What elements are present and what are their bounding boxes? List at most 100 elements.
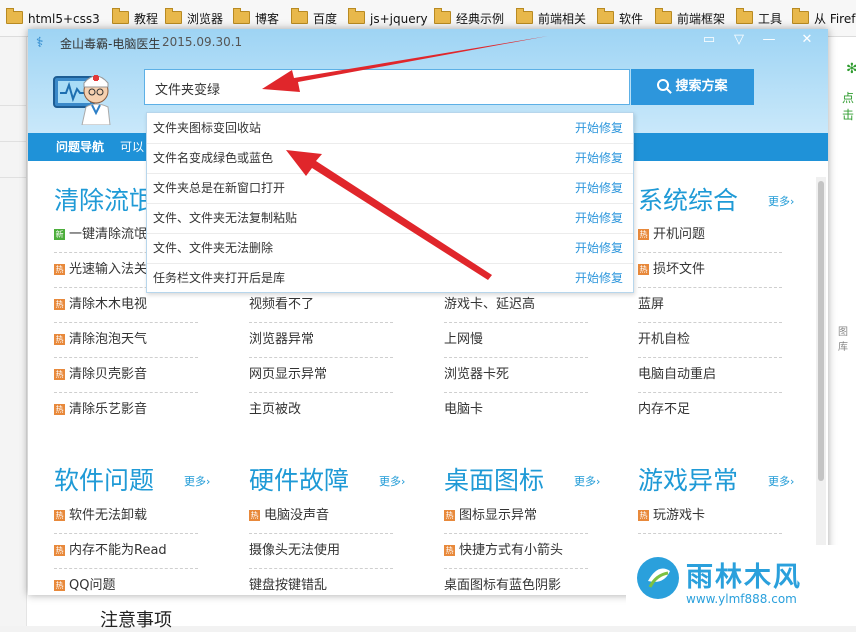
problem-link[interactable]: 蓝屏 <box>638 295 664 315</box>
folder-icon <box>655 8 672 24</box>
more-link[interactable]: 更多› <box>768 193 794 209</box>
problem-link[interactable]: 键盘按键错乱 <box>249 576 327 595</box>
more-link[interactable]: 更多› <box>379 473 405 489</box>
bookmark-item[interactable]: js+jquery <box>348 8 428 28</box>
problem-link[interactable]: 桌面图标有蓝色阴影 <box>444 576 561 595</box>
divider <box>638 287 782 288</box>
hot-badge: 热 <box>638 229 649 240</box>
bookmark-item[interactable]: 软件 <box>597 8 643 28</box>
bookmark-item[interactable]: 从 Firef <box>792 8 855 28</box>
bookmark-item[interactable]: 博客 <box>233 8 279 28</box>
problem-link[interactable]: 热图标显示异常 <box>444 506 537 526</box>
problem-link[interactable]: 内存不足 <box>638 400 690 420</box>
hot-badge: 热 <box>638 510 649 521</box>
category-title[interactable]: 桌面图标 <box>444 461 544 497</box>
scrollbar-thumb[interactable] <box>818 181 824 481</box>
suggestion-item[interactable]: 文件、文件夹无法复制粘贴 开始修复 <box>147 203 633 234</box>
divider <box>54 568 198 569</box>
minimize-icon[interactable]: — <box>756 29 782 51</box>
more-link[interactable]: 更多› <box>574 473 600 489</box>
start-repair-link[interactable]: 开始修复 <box>575 173 623 203</box>
problem-link[interactable]: 网页显示异常 <box>249 365 327 385</box>
suggestion-item[interactable]: 文件名变成绿色或蓝色 开始修复 <box>147 143 633 174</box>
start-repair-link[interactable]: 开始修复 <box>575 263 623 293</box>
problem-link[interactable]: 电脑自动重启 <box>638 365 716 385</box>
bookmark-item[interactable]: 前端相关 <box>516 8 586 28</box>
divider <box>0 105 26 106</box>
window-title: 金山毒霸-电脑医生 <box>60 37 161 51</box>
problem-link[interactable]: 热内存不能为Read <box>54 541 167 561</box>
problem-link[interactable]: 浏览器卡死 <box>444 365 509 385</box>
feedback-icon[interactable]: ▭ <box>696 29 722 51</box>
nav-item-problem-guide[interactable]: 问题导航 <box>56 133 104 161</box>
bookmark-item[interactable]: 前端框架 <box>655 8 725 28</box>
suggestion-item[interactable]: 任务栏文件夹打开后是库 开始修复 <box>147 263 633 293</box>
folder-icon <box>233 8 250 24</box>
search-box <box>144 69 630 105</box>
category-title[interactable]: 系统综合 <box>638 181 738 217</box>
new-badge: 新 <box>54 229 65 240</box>
category-title[interactable]: 清除流氓 <box>54 181 154 217</box>
divider <box>638 533 782 534</box>
suggestion-item[interactable]: 文件夹总是在新窗口打开 开始修复 <box>147 173 633 204</box>
start-repair-link[interactable]: 开始修复 <box>575 233 623 263</box>
problem-link[interactable]: 浏览器异常 <box>249 330 314 350</box>
problem-link[interactable]: 视频看不了 <box>249 295 314 315</box>
nav-item[interactable]: 可以 <box>120 133 144 161</box>
problem-link[interactable]: 电脑卡 <box>444 400 483 420</box>
bookmark-item[interactable]: 教程 <box>112 8 158 28</box>
background-right-panel: ✻ 点击 图库 <box>832 37 856 626</box>
problem-link[interactable]: 热损坏文件 <box>638 260 705 280</box>
category-title[interactable]: 硬件故障 <box>249 461 349 497</box>
problem-link[interactable]: 热清除乐艺影音 <box>54 400 147 420</box>
divider <box>444 357 588 358</box>
problem-link[interactable]: 热电脑没声音 <box>249 506 329 526</box>
start-repair-link[interactable]: 开始修复 <box>575 113 623 143</box>
suggestion-item[interactable]: 文件夹图标变回收站 开始修复 <box>147 113 633 144</box>
problem-link[interactable]: 热清除木木电视 <box>54 295 147 315</box>
start-repair-link[interactable]: 开始修复 <box>575 143 623 173</box>
close-icon[interactable]: ✕ <box>794 29 820 51</box>
problem-link[interactable]: 热清除贝壳影音 <box>54 365 147 385</box>
hot-badge: 热 <box>54 264 65 275</box>
folder-icon <box>434 8 451 24</box>
problem-link[interactable]: 热 QQ问题 <box>54 576 115 595</box>
divider <box>54 357 198 358</box>
more-link[interactable]: 更多› <box>184 473 210 489</box>
problem-link[interactable]: 热开机问题 <box>638 225 705 245</box>
problem-link[interactable]: 主页被改 <box>249 400 301 420</box>
bookmark-item[interactable]: 工具 <box>736 8 782 28</box>
search-icon <box>657 79 670 91</box>
problem-link[interactable]: 热快捷方式有小箭头 <box>444 541 563 561</box>
problem-link[interactable]: 热光速输入法关 <box>54 260 147 280</box>
problem-link[interactable]: 开机自检 <box>638 330 690 350</box>
search-input[interactable] <box>153 71 617 105</box>
divider <box>444 322 588 323</box>
problem-link[interactable]: 新一键清除流氓 <box>54 225 147 245</box>
suggestion-text: 任务栏文件夹打开后是库 <box>153 271 286 285</box>
bookmark-item[interactable]: 百度 <box>291 8 337 28</box>
search-button[interactable]: 搜索方案 <box>631 69 754 105</box>
problem-link[interactable]: 热清除泡泡天气 <box>54 330 147 350</box>
watermark-url: www.ylmf888.com <box>686 592 797 606</box>
problem-link[interactable]: 上网慢 <box>444 330 483 350</box>
divider <box>54 392 198 393</box>
bookmark-item[interactable]: 经典示例 <box>434 8 504 28</box>
problem-link[interactable]: 热软件无法卸载 <box>54 506 147 526</box>
problem-link[interactable]: 热玩游戏卡 <box>638 506 705 526</box>
category-title[interactable]: 软件问题 <box>54 461 154 497</box>
category-title[interactable]: 游戏异常 <box>638 461 738 497</box>
bookmark-item[interactable]: html5+css3 <box>6 8 100 28</box>
background-right-label: 点击 <box>842 91 855 122</box>
divider <box>249 533 393 534</box>
menu-icon[interactable]: ▽ <box>726 29 752 51</box>
suggestion-text: 文件、文件夹无法复制粘贴 <box>153 211 298 225</box>
start-repair-link[interactable]: 开始修复 <box>575 203 623 233</box>
problem-link[interactable]: 摄像头无法使用 <box>249 541 340 561</box>
bookmark-item[interactable]: 浏览器 <box>165 8 223 28</box>
problem-link[interactable]: 游戏卡、延迟高 <box>444 295 535 315</box>
background-sidebar <box>0 37 27 626</box>
hot-badge: 热 <box>54 545 65 556</box>
more-link[interactable]: 更多› <box>768 473 794 489</box>
suggestion-item[interactable]: 文件、文件夹无法删除 开始修复 <box>147 233 633 264</box>
